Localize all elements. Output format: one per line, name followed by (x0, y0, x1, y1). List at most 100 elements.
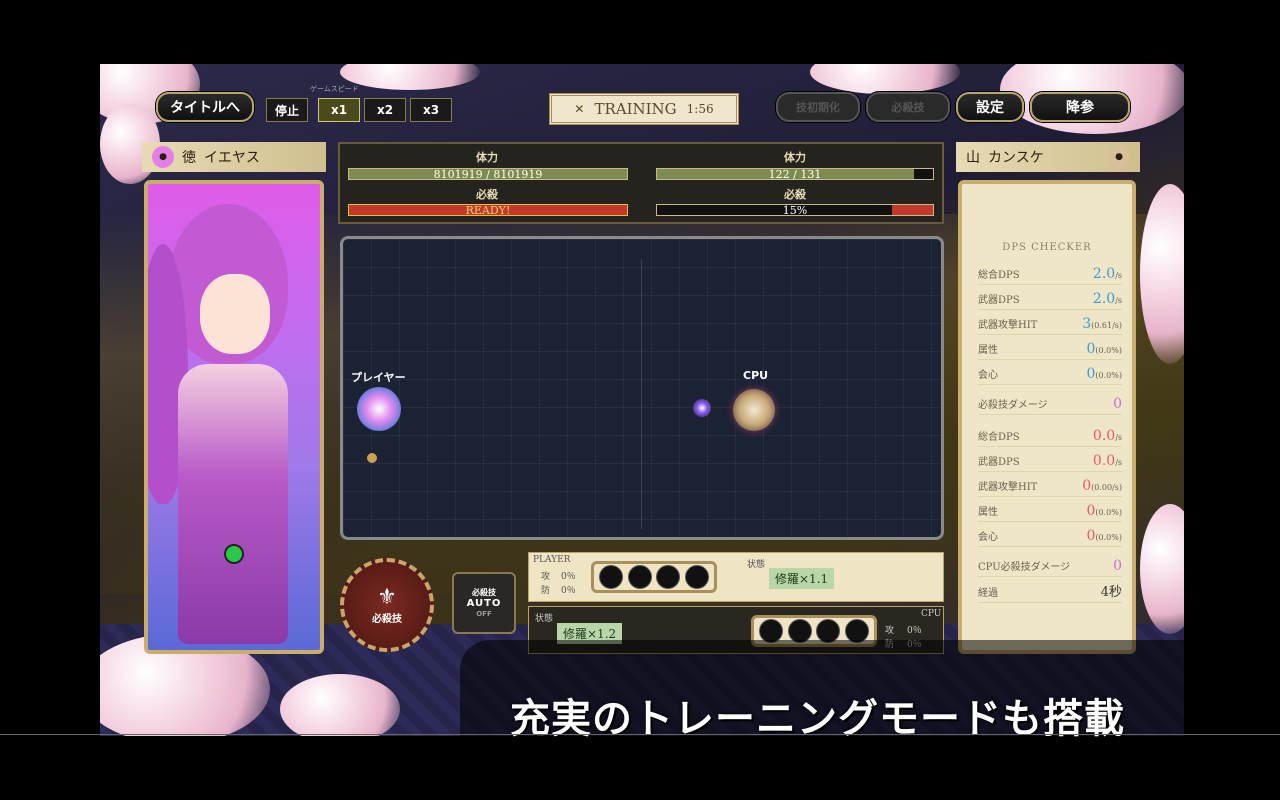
player-hp-bar: 8101919 / 8101919 (348, 168, 628, 181)
player-skill-slots (591, 561, 717, 593)
cpu-panel-title: CPU (921, 609, 942, 619)
row-value: 0(0.0%) (1086, 366, 1123, 382)
row-value: 2.0/s (1092, 291, 1122, 307)
row-label: 経過 (978, 588, 998, 599)
cpu-status-label: 状態 (535, 614, 554, 624)
row-label: CPU必殺技ダメージ (978, 562, 1071, 573)
player-defense-value: 0％ (561, 586, 576, 596)
character-face-shape (200, 274, 270, 354)
row-value: 0(0.0%) (1086, 341, 1123, 357)
character-gem-icon (224, 544, 244, 564)
cpu-weapon-dps-row: 武器DPS 0.0/s (978, 447, 1122, 472)
speed-x3-button[interactable]: x3 (410, 98, 452, 122)
player-defense-label: 防 (541, 586, 551, 596)
enemy-nameplate: 山 カンスケ ● (956, 142, 1140, 172)
player-special-damage-row: 必殺技ダメージ 0 (978, 390, 1122, 415)
surrender-button[interactable]: 降参 (1030, 92, 1130, 122)
dps-checker-panel: DPS CHECKER 総合DPS 2.0/s 武器DPS 2.0/s 武器攻撃… (958, 180, 1136, 654)
special-move-button[interactable]: ⚜ 必殺技 (340, 558, 434, 652)
player-weapon-hit-row: 武器攻撃HIT 3(0.61/s) (978, 310, 1122, 335)
player-hp-text: 8101919 / 8101919 (433, 168, 543, 181)
row-label: 会心 (978, 370, 998, 381)
player-unit-label: プレイヤー (351, 371, 406, 384)
settings-button[interactable]: 設定 (956, 92, 1024, 122)
game-screen: タイトルへ ゲームスピード 停止 x1 x2 x3 ✕ TRAINING 1:5… (100, 64, 1184, 736)
player-unit-sprite (357, 387, 401, 431)
auto-state: OFF (476, 609, 492, 618)
enemy-hp-label: 体力 (784, 151, 806, 164)
title-screen-button[interactable]: タイトルへ (156, 92, 254, 122)
game-speed-label: ゲームスピード (310, 85, 359, 93)
skill-slot[interactable] (598, 565, 623, 589)
player-status-tag: 修羅×1.1 (769, 568, 835, 589)
special-auto-toggle[interactable]: 必殺技 AUTO OFF (452, 572, 516, 634)
phoenix-icon: ⚜ (377, 585, 397, 610)
battle-arena: プレイヤー CPU (340, 236, 944, 540)
player-total-dps-row: 総合DPS 2.0/s (978, 260, 1122, 285)
skill-slot[interactable] (656, 565, 681, 589)
cpu-attack-value: 0％ (907, 626, 922, 636)
reset-skill-button[interactable]: 技初期化 (776, 92, 860, 122)
row-label: 武器攻撃HIT (978, 320, 1038, 331)
dps-checker-title: DPS CHECKER (1002, 242, 1092, 253)
row-label: 総合DPS (978, 270, 1020, 281)
player-special-label: 必殺 (476, 188, 498, 201)
player-critical-row: 会心 0(0.0%) (978, 360, 1122, 385)
row-value: 0(0.0%) (1086, 503, 1123, 519)
cherry-blossom (280, 674, 400, 736)
row-label: 武器攻撃HIT (978, 482, 1038, 493)
cherry-blossom (810, 64, 960, 94)
speed-stop-button[interactable]: 停止 (266, 98, 308, 122)
player-weapon-dps-row: 武器DPS 2.0/s (978, 285, 1122, 310)
player-character-portrait (144, 180, 324, 654)
player-panel-title: PLAYER (533, 555, 571, 565)
row-value: 3(0.61/s) (1082, 316, 1122, 332)
player-face-icon: ● (152, 146, 174, 168)
player-given-name: イエヤス (204, 150, 260, 166)
player-hp-label: 体力 (476, 151, 498, 164)
row-label: 属性 (978, 507, 998, 518)
special-move-disabled-button[interactable]: 必殺技 (866, 92, 950, 122)
row-label: 属性 (978, 345, 998, 356)
arena-center-line (641, 259, 642, 529)
row-label: 会心 (978, 532, 998, 543)
cpu-critical-row: 会心 0(0.0%) (978, 522, 1122, 547)
row-value: 0(0.00/s) (1082, 478, 1122, 494)
crossed-swords-icon: ✕ (574, 102, 585, 116)
cpu-total-dps-row: 総合DPS 0.0/s (978, 422, 1122, 447)
speed-x1-button[interactable]: x1 (318, 98, 360, 122)
player-attack-label: 攻 (541, 572, 551, 582)
row-value: 4秒 (1100, 585, 1122, 600)
speed-x2-button[interactable]: x2 (364, 98, 406, 122)
row-value: 0.0/s (1092, 428, 1122, 444)
cherry-blossom (340, 64, 480, 90)
auto-title: 必殺技 (472, 587, 496, 597)
battle-status-panel: 体力 8101919 / 8101919 必殺 READY! 体力 122 / … (338, 142, 944, 224)
skill-slot[interactable] (627, 565, 652, 589)
row-label: 武器DPS (978, 457, 1020, 468)
training-mode-banner: ✕ TRAINING 1:56 (549, 93, 739, 125)
row-value: 0 (1113, 558, 1122, 574)
player-status-label: 状態 (747, 560, 766, 570)
enemy-special-bar: 15% (656, 204, 934, 217)
special-move-label: 必殺技 (372, 614, 402, 625)
cpu-attack-label: 攻 (885, 626, 895, 636)
player-special-bar: READY! (348, 204, 628, 217)
player-surname: 徳 (182, 150, 196, 166)
enemy-unit-label: CPU (743, 369, 769, 382)
cpu-special-damage-row: CPU必殺技ダメージ 0 (978, 552, 1122, 577)
cpu-element-row: 属性 0(0.0%) (978, 497, 1122, 522)
elapsed-time-row: 経過 4秒 (978, 578, 1122, 603)
projectile-orb-icon (693, 399, 711, 417)
row-value: 0.0/s (1092, 453, 1122, 469)
row-value: 0(0.0%) (1086, 528, 1123, 544)
character-body-shape (178, 364, 288, 644)
enemy-surname: 山 (966, 150, 980, 166)
cpu-weapon-hit-row: 武器攻撃HIT 0(0.00/s) (978, 472, 1122, 497)
row-label: 必殺技ダメージ (978, 400, 1048, 411)
player-attack-value: 0％ (561, 572, 576, 582)
row-label: 武器DPS (978, 295, 1020, 306)
player-status-panel: PLAYER 攻 0％ 防 0％ 状態 修羅×1.1 (528, 552, 944, 602)
promo-caption: 充実のトレーニングモードも搭載 (510, 696, 1125, 742)
skill-slot[interactable] (685, 565, 710, 589)
